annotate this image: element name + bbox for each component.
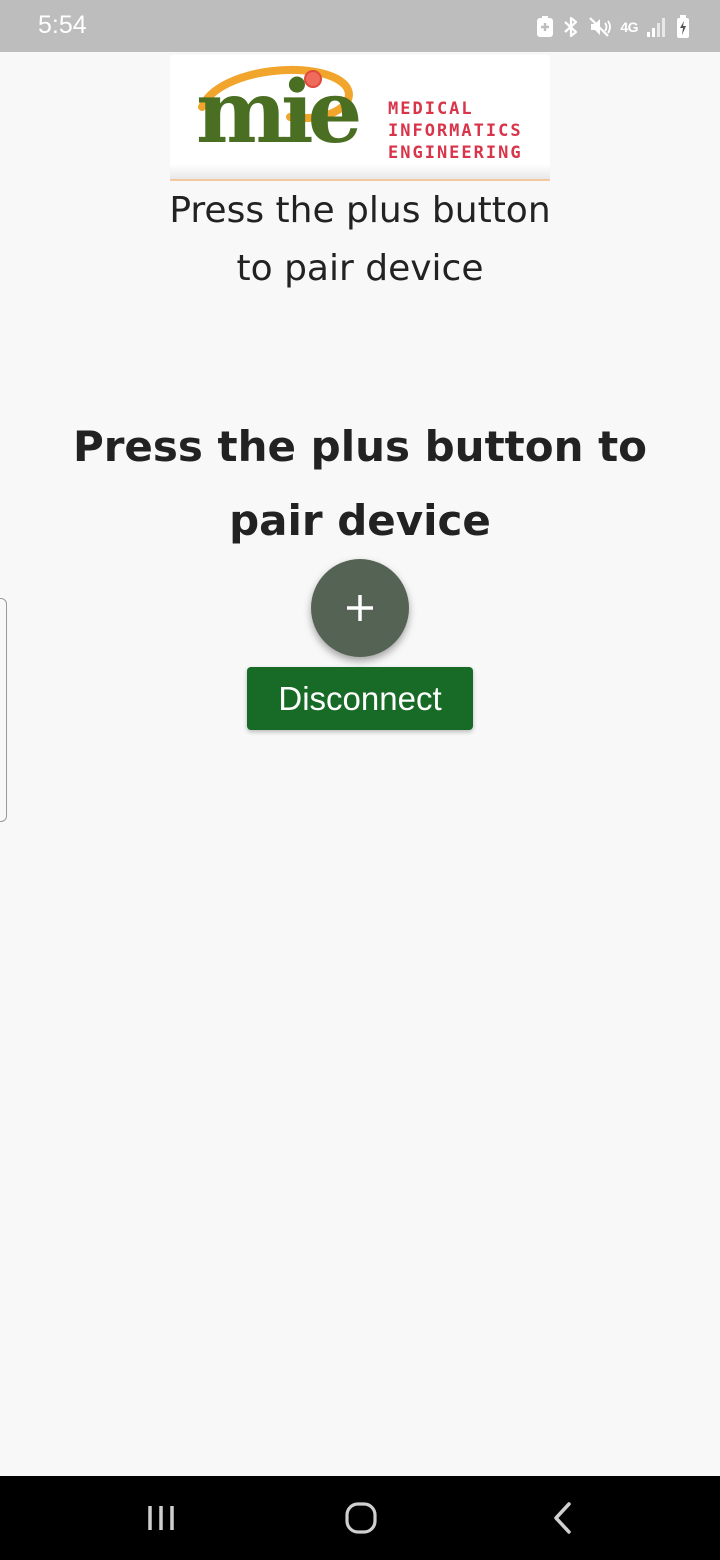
disconnect-button[interactable]: Disconnect: [247, 667, 473, 730]
logo-text-medical: MEDICAL: [388, 99, 474, 119]
recents-icon: [148, 1506, 174, 1530]
back-button[interactable]: [513, 1476, 613, 1560]
battery-charging-icon: [677, 15, 689, 38]
add-device-button[interactable]: [311, 559, 409, 657]
subtitle-line-2: to pair device: [236, 248, 484, 289]
mute-vibrate-icon: [589, 17, 612, 37]
logo-wordmark: mie: [196, 62, 362, 163]
back-icon: [554, 1502, 571, 1534]
recents-button[interactable]: [111, 1476, 211, 1560]
subtitle-line-1: Press the plus button: [169, 190, 551, 231]
logo-text-engineering: ENGINEERING: [388, 143, 523, 163]
home-icon: [345, 1502, 377, 1534]
plus-icon: [347, 595, 373, 621]
home-button[interactable]: [311, 1476, 411, 1560]
status-bar: 5:54 4G: [0, 0, 720, 52]
mie-logo: mie MEDICAL INFORMATICS ENGINEERING: [170, 55, 550, 181]
signal-icon: [647, 18, 665, 37]
status-icons: 4G: [536, 13, 690, 41]
edge-panel-handle[interactable]: [0, 598, 7, 822]
pairing-instruction-subtitle: Press the plus button to pair device: [60, 182, 660, 298]
logo-text-informatics: INFORMATICS: [388, 121, 523, 141]
bluetooth-icon: [564, 16, 578, 38]
data-saver-icon: [537, 16, 554, 37]
status-time: 5:54: [38, 11, 87, 39]
navigation-bar: [0, 1476, 720, 1560]
network-type-label: 4G: [620, 19, 638, 35]
pairing-instruction-heading: Press the plus button to pair device: [72, 422, 648, 545]
